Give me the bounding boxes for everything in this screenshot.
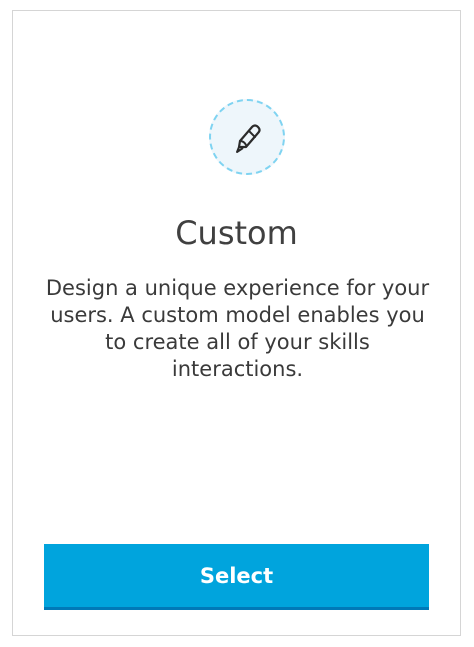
card-title: Custom	[175, 214, 298, 252]
card-description: Design a unique experience for your user…	[45, 276, 430, 381]
select-button[interactable]: Select	[44, 544, 429, 610]
custom-model-icon	[209, 99, 285, 175]
model-option-card: Custom Design a unique experience for yo…	[12, 10, 461, 636]
pen-icon	[236, 124, 261, 153]
